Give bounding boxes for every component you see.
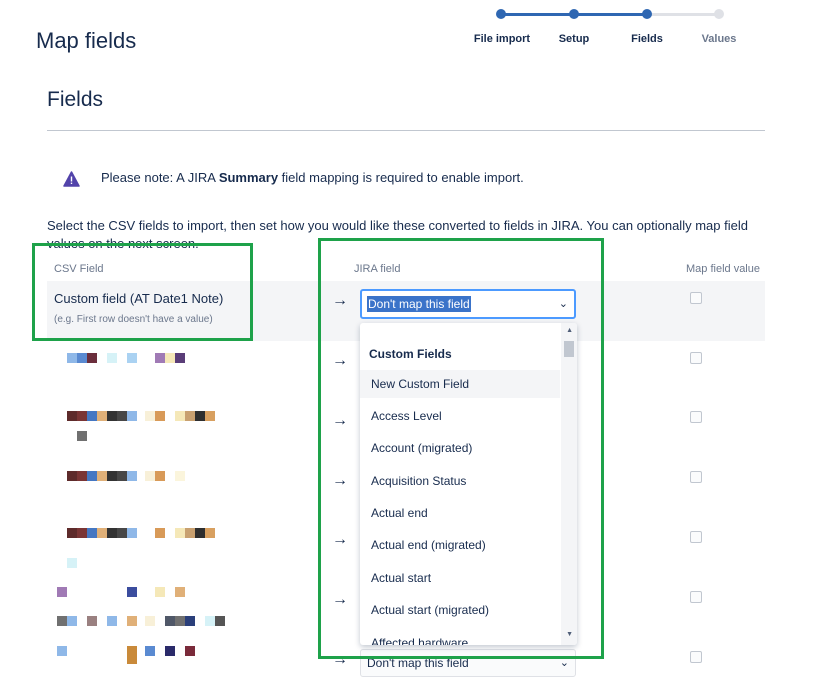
map-value-checkbox[interactable] (690, 411, 702, 423)
step-label-setup: Setup (558, 33, 590, 45)
map-value-checkbox[interactable] (690, 292, 702, 304)
map-value-checkbox[interactable] (690, 471, 702, 483)
progress-line-remaining (647, 13, 719, 16)
section-divider (47, 130, 765, 131)
step-label-fields: Fields (631, 33, 663, 45)
highlight-box-csv-field (32, 243, 253, 341)
section-title: Fields (47, 88, 104, 111)
map-value-checkbox[interactable] (690, 591, 702, 603)
map-value-checkbox[interactable] (690, 531, 702, 543)
notice-text: Please note: A JIRA Summary field mappin… (101, 170, 524, 185)
highlight-box-jira-field (318, 238, 604, 659)
column-header-map-value: Map field value (686, 263, 760, 275)
map-value-checkbox[interactable] (690, 651, 702, 663)
warning-icon (63, 171, 80, 187)
map-value-checkbox[interactable] (690, 352, 702, 364)
step-label-values: Values (701, 33, 737, 45)
step-dot-setup (569, 9, 579, 19)
step-dot-fields (642, 9, 652, 19)
page-title: Map fields (36, 28, 137, 53)
notice-bold: Summary (218, 170, 279, 185)
step-dot-file-import (496, 9, 506, 19)
step-dot-values (714, 9, 724, 19)
step-label-file-import: File import (473, 33, 531, 45)
